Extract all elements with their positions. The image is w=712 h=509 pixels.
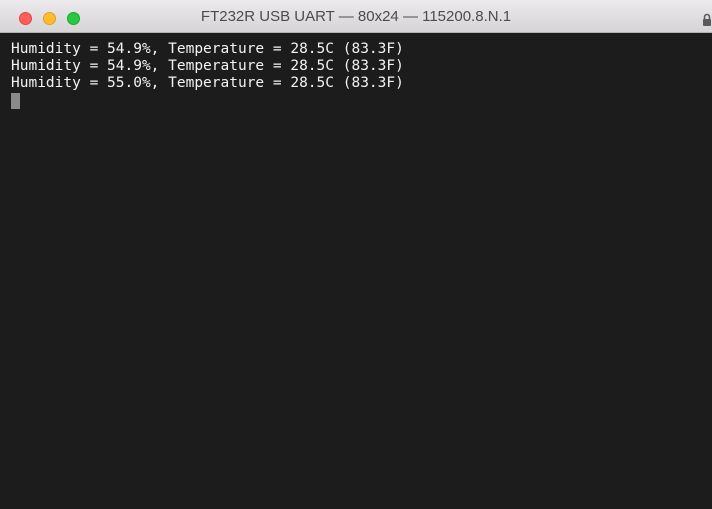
terminal-window: FT232R USB UART — 80x24 — 115200.8.N.1 H… (0, 0, 712, 509)
terminal-line: Humidity = 54.9%, Temperature = 28.5C (8… (11, 41, 404, 57)
lock-icon (703, 13, 711, 26)
text-cursor (11, 93, 20, 109)
terminal-output[interactable]: Humidity = 54.9%, Temperature = 28.5C (8… (0, 33, 712, 509)
title-bar[interactable]: FT232R USB UART — 80x24 — 115200.8.N.1 (0, 0, 712, 33)
terminal-line: Humidity = 54.9%, Temperature = 28.5C (8… (11, 58, 404, 74)
window-title: FT232R USB UART — 80x24 — 115200.8.N.1 (200, 8, 512, 25)
terminal-line: Humidity = 55.0%, Temperature = 28.5C (8… (11, 75, 404, 91)
